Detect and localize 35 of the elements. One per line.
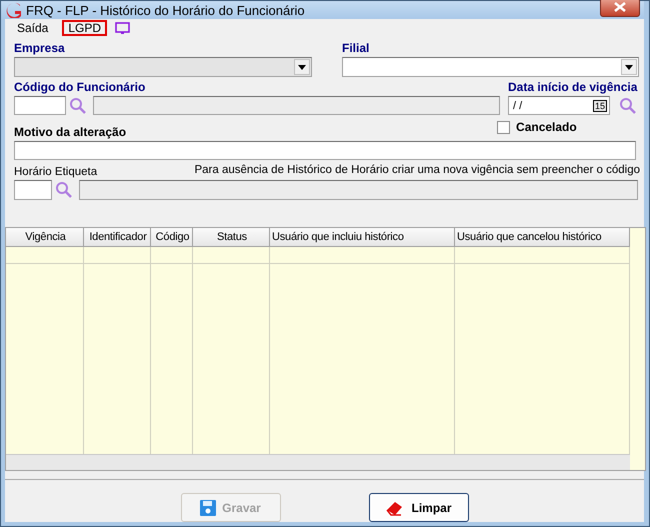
column-header[interactable]: Identificador (84, 228, 151, 247)
column-header[interactable]: Usuário que cancelou histórico (455, 228, 630, 247)
cancelled-checkbox[interactable] (497, 120, 510, 134)
close-button[interactable] (600, 0, 640, 16)
menu-item[interactable]: Saída (11, 20, 54, 36)
field-label: Motivo da alteração (14, 125, 126, 139)
field-label: Data início de vigência (508, 80, 638, 94)
schedule-code-field[interactable] (14, 180, 52, 200)
menu-item[interactable]: LGPD (62, 20, 108, 36)
checkbox-label: Cancelado (516, 120, 577, 134)
column-header[interactable]: Código (151, 228, 193, 247)
search-icon[interactable] (619, 97, 637, 115)
branch-dropdown[interactable] (342, 57, 639, 77)
calendar-button[interactable]: 15 (592, 100, 607, 112)
reason-field[interactable] (14, 141, 636, 160)
window-title: FRQ - FLP - Histórico do Horário do Funcionário (26, 2, 306, 18)
app-logo-icon (6, 2, 22, 18)
date-field[interactable]: / / 15 (508, 96, 610, 115)
hint-text: Para ausência de Histórico de Horário criar uma nova vigência sem preencher o código (194, 164, 640, 176)
search-icon[interactable] (55, 181, 73, 199)
horizontal-scrollbar[interactable] (6, 454, 630, 470)
field-label: Horário Etiqueta (14, 166, 98, 178)
caret-icon (298, 64, 306, 70)
close-icon (614, 2, 626, 12)
column-header[interactable]: Status (193, 228, 270, 247)
caret-icon (625, 64, 633, 70)
field-label: Código do Funcionário (14, 80, 146, 94)
clear-button[interactable]: Limpar (368, 493, 468, 522)
search-icon[interactable] (69, 97, 87, 115)
field-label: Empresa (14, 41, 66, 55)
column-header[interactable]: Usuário que incluiu histórico (270, 228, 455, 247)
column-header[interactable]: Vigência (6, 228, 84, 247)
field-label: Filial (342, 41, 370, 55)
employee-code-field[interactable] (14, 96, 66, 115)
monitor-icon[interactable] (115, 22, 130, 34)
